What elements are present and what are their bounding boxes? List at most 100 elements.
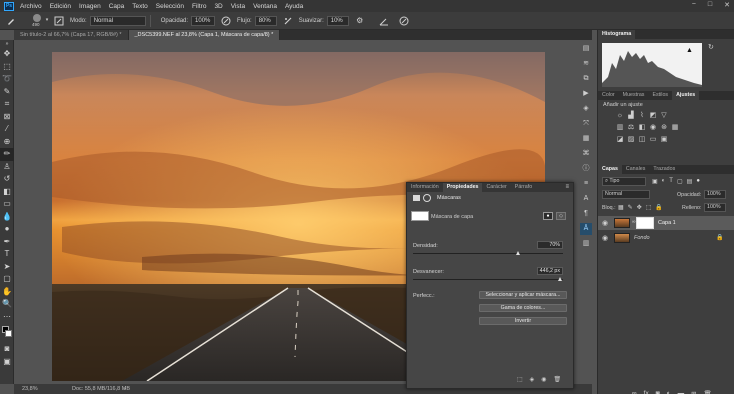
- filter-type-icon[interactable]: T: [669, 178, 673, 185]
- smooth-input[interactable]: 10%: [326, 15, 349, 26]
- airbrush-icon[interactable]: [283, 16, 293, 26]
- eraser-tool-icon[interactable]: ◧: [0, 186, 14, 199]
- load-selection-icon[interactable]: ⬚: [517, 376, 523, 383]
- levels-icon[interactable]: ▟: [627, 112, 635, 119]
- hue-saturation-icon[interactable]: ▥: [616, 124, 624, 131]
- lock-position-icon[interactable]: ✥: [637, 204, 642, 211]
- zoom-tool-icon[interactable]: 🔍: [0, 298, 14, 311]
- refresh-icon[interactable]: ↻: [708, 43, 714, 51]
- trash-icon[interactable]: 🗑: [554, 376, 562, 383]
- glyphs-icon[interactable]: ⌘: [580, 148, 592, 160]
- menu-3d[interactable]: 3D: [214, 3, 222, 10]
- doc-tab[interactable]: Sin título-2 al 66,7% (Capa 17, RGB/8#) …: [14, 30, 129, 40]
- maximize-icon[interactable]: □: [708, 1, 712, 9]
- properties-icon[interactable]: ≡: [580, 178, 592, 190]
- libraries-icon[interactable]: ▦: [580, 133, 592, 145]
- new-layer-icon[interactable]: ⊞: [691, 390, 696, 394]
- layer-mask-thumbnail[interactable]: [636, 217, 654, 229]
- photo-filter-icon[interactable]: ◉: [649, 124, 657, 131]
- move-tool-icon[interactable]: ✥: [0, 48, 14, 61]
- brush-panel-icon[interactable]: [54, 16, 64, 26]
- menu-seleccion[interactable]: Selección: [156, 3, 184, 10]
- filter-smart-icon[interactable]: ▤: [687, 178, 693, 185]
- clone-stamp-tool-icon[interactable]: ♙: [0, 161, 14, 174]
- history-brush-tool-icon[interactable]: ↺: [0, 173, 14, 186]
- lock-artboard-icon[interactable]: ⬚: [646, 204, 652, 211]
- layer-name[interactable]: Fondo: [634, 235, 650, 241]
- menu-capa[interactable]: Capa: [109, 3, 125, 10]
- chevron-down-icon[interactable]: ▾: [44, 18, 50, 23]
- new-group-icon[interactable]: ▬: [678, 390, 685, 394]
- density-input[interactable]: 70%: [537, 241, 563, 249]
- paths-icon[interactable]: ⤧: [580, 118, 592, 130]
- more-tools-icon[interactable]: ⋯: [0, 311, 14, 324]
- minimize-icon[interactable]: −: [692, 1, 696, 9]
- lock-transparent-icon[interactable]: ▦: [618, 204, 624, 211]
- menu-filtro[interactable]: Filtro: [192, 3, 206, 10]
- gear-icon[interactable]: ⚙: [355, 16, 365, 25]
- tab-muestras[interactable]: Muestras: [619, 91, 649, 100]
- crop-tool-icon[interactable]: ⌗: [0, 98, 14, 111]
- blend-mode-select[interactable]: Normal: [602, 190, 650, 199]
- collapse-arrows-icon[interactable]: »: [0, 40, 14, 48]
- tab-estilos[interactable]: Estilos: [648, 91, 672, 100]
- actions-icon[interactable]: ▶: [580, 88, 592, 100]
- tab-histograma[interactable]: Histograma: [598, 30, 636, 39]
- visibility-eye-icon[interactable]: ◉: [541, 376, 546, 383]
- character-icon[interactable]: A: [580, 193, 592, 205]
- posterize-icon[interactable]: ▨: [627, 136, 635, 143]
- pressure-size-icon[interactable]: [399, 16, 409, 26]
- shape-tool-icon[interactable]: ▢: [0, 273, 14, 286]
- color-swatches-icon[interactable]: [0, 323, 14, 343]
- hand-tool-icon[interactable]: ✋: [0, 286, 14, 299]
- healing-brush-tool-icon[interactable]: ⊕: [0, 136, 14, 149]
- brush-tool-icon[interactable]: [6, 16, 16, 26]
- feather-input[interactable]: 446,2 px: [537, 267, 563, 275]
- menu-ventana[interactable]: Ventana: [253, 3, 277, 10]
- marquee-tool-icon[interactable]: ⬚: [0, 61, 14, 74]
- threshold-icon[interactable]: ◫: [638, 136, 646, 143]
- panel-menu-icon[interactable]: ≡: [565, 184, 569, 190]
- apply-mask-icon[interactable]: ◈: [530, 376, 535, 383]
- menu-edicion[interactable]: Edición: [50, 3, 71, 10]
- clone-source-icon[interactable]: ⧉: [580, 73, 592, 85]
- tab-trazados[interactable]: Trazados: [649, 165, 679, 174]
- history-panel-icon[interactable]: ▤: [580, 43, 592, 55]
- tab-parrafo[interactable]: Párrafo: [511, 183, 536, 192]
- doc-tab-active[interactable]: _DSC5399.NEF al 23,8% (Capa 1, Máscara d…: [128, 30, 281, 40]
- color-range-button[interactable]: Gama de colores...: [479, 304, 567, 312]
- gradient-map-icon[interactable]: ▭: [649, 136, 657, 143]
- status-menu-arrow-icon[interactable]: ›: [124, 384, 126, 394]
- type-tool-icon[interactable]: T: [0, 248, 14, 261]
- menu-imagen[interactable]: Imagen: [79, 3, 101, 10]
- gradient-tool-icon[interactable]: ▭: [0, 198, 14, 211]
- menu-ayuda[interactable]: Ayuda: [285, 3, 303, 10]
- close-icon[interactable]: ✕: [724, 1, 730, 9]
- screen-mode-icon[interactable]: ▣: [0, 356, 14, 369]
- black-white-icon[interactable]: ◧: [638, 124, 646, 131]
- add-mask-icon[interactable]: ◙: [656, 390, 660, 394]
- pressure-opacity-icon[interactable]: [221, 16, 231, 26]
- frame-tool-icon[interactable]: ⊠: [0, 111, 14, 124]
- curves-icon[interactable]: ⌇: [638, 112, 646, 119]
- opacity-input[interactable]: 100%: [191, 15, 216, 26]
- swatches-icon[interactable]: ▥: [580, 238, 592, 250]
- angle-icon[interactable]: [379, 16, 389, 26]
- tab-color[interactable]: Color: [598, 91, 619, 100]
- filter-adjust-icon[interactable]: ◐: [662, 178, 666, 185]
- invert-icon[interactable]: ◪: [616, 136, 624, 143]
- vibrance-icon[interactable]: ▽: [660, 112, 668, 119]
- paragraph-icon[interactable]: ¶: [580, 208, 592, 220]
- layer-row-capa-1[interactable]: ◉ ∞ Capa 1: [598, 216, 734, 230]
- tab-caracter[interactable]: Carácter: [482, 183, 510, 192]
- link-layers-icon[interactable]: ∞: [632, 390, 637, 394]
- channel-mixer-icon[interactable]: ⊛: [660, 124, 668, 131]
- path-select-tool-icon[interactable]: ➤: [0, 261, 14, 274]
- zoom-level[interactable]: 23,8%: [22, 384, 38, 394]
- selective-color-icon[interactable]: ▣: [660, 136, 668, 143]
- exposure-icon[interactable]: ◩: [649, 112, 657, 119]
- invert-button[interactable]: Invertir: [479, 317, 567, 325]
- fill-input[interactable]: 100%: [704, 203, 726, 212]
- navigator-icon[interactable]: ◈: [580, 103, 592, 115]
- brightness-icon[interactable]: ☼: [616, 112, 624, 119]
